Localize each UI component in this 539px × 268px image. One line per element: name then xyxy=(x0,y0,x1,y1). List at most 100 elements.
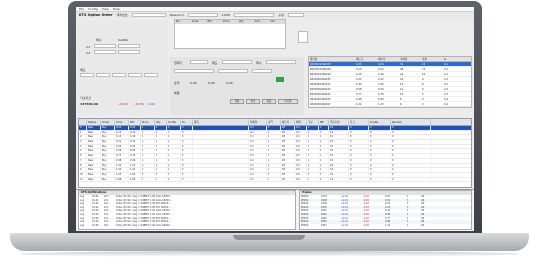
reset-button[interactable]: 초기화 xyxy=(278,99,298,104)
c1-field-a[interactable] xyxy=(94,44,116,48)
c1-field-b[interactable] xyxy=(118,44,140,48)
value-3: 1.00 xyxy=(148,102,155,106)
table-cell: 19 xyxy=(329,135,349,140)
table-cell: 5 xyxy=(181,126,193,130)
price-grid-row[interactable]: KP200P2406447 1.22 1.23 6 3 0.4 xyxy=(309,102,471,107)
main-grid-col[interactable]: 잔고 xyxy=(349,119,369,125)
price-grid-cell: 15 xyxy=(422,63,426,66)
apply-button[interactable]: 적용 xyxy=(230,99,244,104)
ask-field[interactable] xyxy=(222,60,252,64)
trade-row: KP200 P447 +0.01 -0.02 1.22 1 OK xyxy=(300,224,471,228)
table-cell: 1 xyxy=(155,172,167,177)
main-grid-col[interactable]: Price xyxy=(141,119,155,125)
buy-qty-field[interactable] xyxy=(112,73,126,77)
main-grid-col[interactable] xyxy=(79,119,87,125)
menu-view[interactable]: View xyxy=(102,7,109,11)
main-grid-col[interactable]: Time xyxy=(115,119,129,125)
sell-qty-field[interactable] xyxy=(80,73,94,77)
price-grid-cell: 0.42 xyxy=(356,83,362,86)
table-cell: 1 xyxy=(267,172,281,177)
table-cell: 0 xyxy=(391,163,431,168)
subgrid-col: B/S xyxy=(207,20,212,23)
c2-field-a[interactable] xyxy=(94,50,116,54)
price-grid-cell: 0.24 xyxy=(378,63,384,66)
table-cell: 1 xyxy=(319,144,329,149)
main-grid-col[interactable]: 주문수량 xyxy=(329,119,349,125)
table-cell: 0 xyxy=(391,158,431,163)
menu-file[interactable]: File xyxy=(79,7,84,11)
table-cell: 1 xyxy=(319,130,329,135)
current-price-field[interactable] xyxy=(190,60,208,64)
table-cell: 5 xyxy=(181,163,193,168)
base-price-label: 기초자산 xyxy=(80,96,92,100)
main-grid-col[interactable]: Qty xyxy=(155,119,167,125)
price-grid-cell: 0.3 xyxy=(444,88,448,91)
main-grid-col[interactable]: OrgNo xyxy=(369,119,391,125)
table-cell: 0.5 xyxy=(295,168,307,172)
main-grid-col[interactable]: OrdNo xyxy=(167,119,181,125)
table-cell: 19 xyxy=(329,130,349,135)
table-cell: 1 xyxy=(141,154,155,158)
subgrid-col: No xyxy=(176,20,180,23)
price-grid-cell: 0.19 xyxy=(356,68,362,71)
main-grid-col[interactable]: B/S xyxy=(129,119,141,125)
modify-button[interactable]: 정정 xyxy=(262,99,276,104)
password-field[interactable] xyxy=(187,13,218,17)
table-cell: 1 xyxy=(167,144,181,149)
c2-label: C2 xyxy=(86,51,91,55)
buy-price-field[interactable] xyxy=(128,73,142,77)
bid-field[interactable] xyxy=(266,60,296,64)
table-cell: 1 xyxy=(141,126,155,130)
table-cell: 0.1 xyxy=(249,130,267,135)
put-field[interactable] xyxy=(144,73,158,77)
strategy-field[interactable] xyxy=(174,69,214,73)
menu-help[interactable]: Help xyxy=(113,7,120,11)
amount-field[interactable] xyxy=(218,69,248,73)
table-cell xyxy=(193,172,249,177)
table-cell: KP xyxy=(281,144,295,149)
table-cell xyxy=(193,130,249,135)
table-cell: 0 xyxy=(79,126,87,130)
main-grid-col[interactable]: 체결 xyxy=(295,119,307,125)
main-grid-col[interactable]: 구분 xyxy=(307,119,319,125)
main-grid-col[interactable]: 손익 xyxy=(267,119,281,125)
table-cell: 0.5 xyxy=(295,144,307,149)
table-cell: 1 xyxy=(307,140,319,144)
table-cell: 1 xyxy=(167,158,181,163)
table-cell: 19 xyxy=(329,144,349,149)
main-grid-col[interactable]: Order xyxy=(101,119,115,125)
main-grid-col[interactable]: 미체결 xyxy=(249,119,267,125)
main-grid-col[interactable]: BE xyxy=(319,119,329,125)
table-cell: New xyxy=(87,168,101,172)
main-grid-col[interactable]: 평단가 xyxy=(281,119,295,125)
table-cell: 0 xyxy=(369,135,391,140)
table-cell: 0.1 xyxy=(249,158,267,163)
main-grid-col[interactable]: 종목 xyxy=(193,119,249,125)
cancel-button[interactable]: 취소 xyxy=(246,99,260,104)
current-price-label: 현재가 xyxy=(174,61,183,65)
main-grid-col[interactable]: Status xyxy=(87,119,101,125)
qty-field[interactable] xyxy=(287,13,304,17)
main-grid-col[interactable]: Remark xyxy=(391,119,431,125)
ratio-field[interactable] xyxy=(252,69,272,73)
table-cell: Buy xyxy=(101,126,115,130)
price-grid-cell: 0.58 xyxy=(356,88,362,91)
table-cell: 0.1 xyxy=(249,168,267,172)
table-cell: 0 xyxy=(391,172,431,177)
main-grid-col[interactable]: PL xyxy=(181,119,193,125)
table-cell: 0.5 xyxy=(295,140,307,144)
table-cell: 3 xyxy=(79,140,87,144)
table-cell: 1 xyxy=(267,149,281,154)
c2-field-b[interactable] xyxy=(118,50,140,54)
table-cell: 4 xyxy=(79,144,87,149)
table-cell: 1.40 xyxy=(115,168,129,172)
go-indicator[interactable] xyxy=(276,77,284,82)
code-field[interactable] xyxy=(234,13,275,17)
sell-price-field[interactable] xyxy=(96,73,110,77)
menu-config[interactable]: Config xyxy=(88,7,98,11)
table-cell: 1 xyxy=(167,126,181,130)
table-row[interactable]: 11 New Buy 1.88 1.89 1 1 1 5 0.1 1 KP 0.5 1 1 19 0 0 0 xyxy=(79,177,471,183)
price-grid-cell: KP200P2406442 xyxy=(310,93,331,96)
subgrid-col: Qty xyxy=(238,20,244,23)
account-field[interactable] xyxy=(131,13,166,17)
